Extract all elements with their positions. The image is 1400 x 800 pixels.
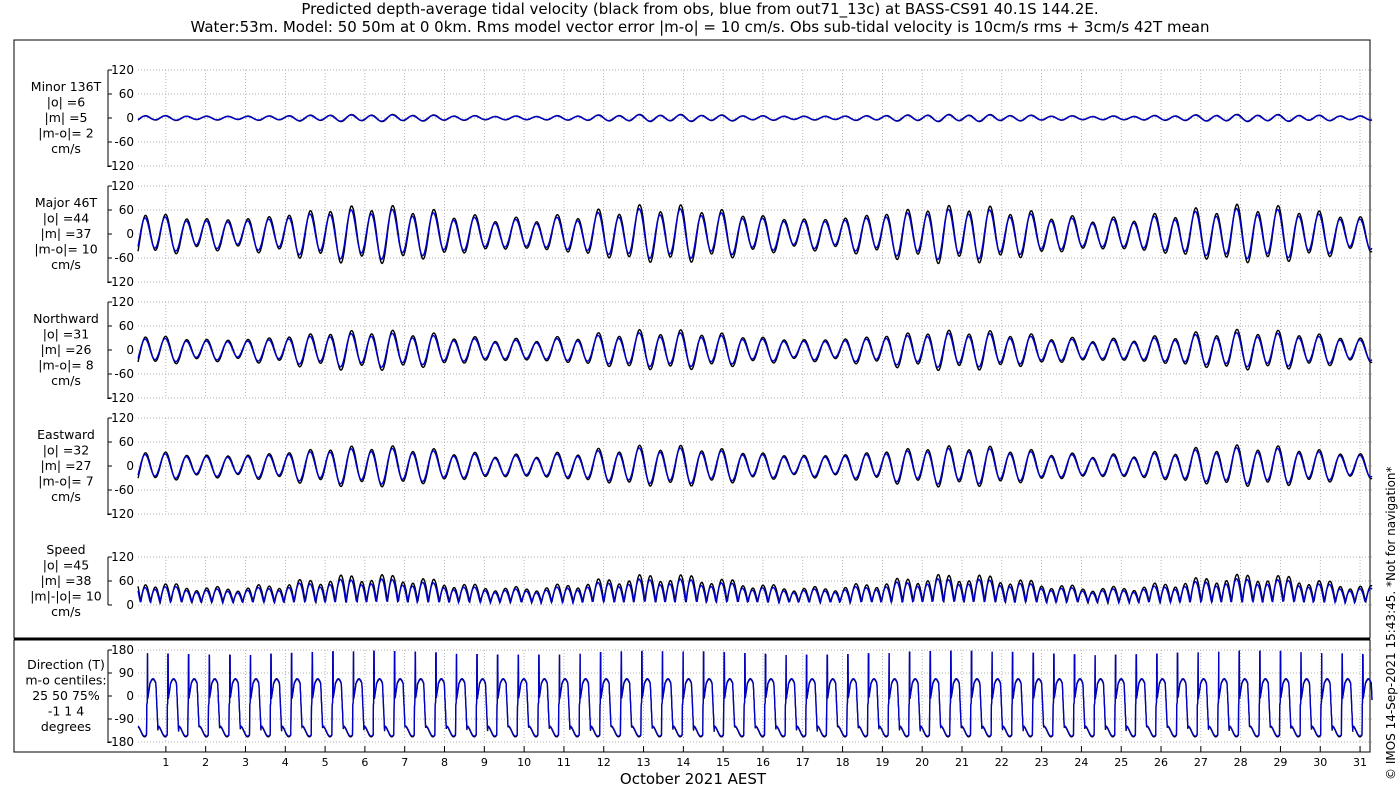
xtick-label-19: 19 xyxy=(875,756,889,769)
series-obs-minor xyxy=(137,113,1373,123)
xtick-label-4: 4 xyxy=(282,756,289,769)
xtick-label-9: 9 xyxy=(481,756,488,769)
ytick-eastward--60: -60 xyxy=(114,483,134,497)
xtick-label-18: 18 xyxy=(836,756,850,769)
xtick-label-5: 5 xyxy=(322,756,329,769)
xtick-label-3: 3 xyxy=(242,756,249,769)
xtick-label-28: 28 xyxy=(1234,756,1248,769)
xtick-label-31: 31 xyxy=(1353,756,1367,769)
xtick-label-20: 20 xyxy=(915,756,929,769)
ytick-major-120: 120 xyxy=(111,179,134,193)
panel-label-direction-2: 25 50 75% xyxy=(32,688,100,703)
panel-label-eastward-4: cm/s xyxy=(51,489,81,504)
ytick-major-0: 0 xyxy=(126,227,134,241)
ytick-speed-0: 0 xyxy=(126,598,134,612)
panel-label-northward-4: cm/s xyxy=(51,373,81,388)
panel-label-major-1: |o| =44 xyxy=(43,211,89,226)
xtick-label-29: 29 xyxy=(1273,756,1287,769)
tidal-velocity-chart: 120600-60-120Minor 136T|o| =6|m| =5|m-o|… xyxy=(13,39,1373,788)
xtick-label-16: 16 xyxy=(756,756,770,769)
series-model-direction xyxy=(137,650,1373,737)
ytick-minor-0: 0 xyxy=(126,111,134,125)
ytick-northward-0: 0 xyxy=(126,343,134,357)
xtick-label-1: 1 xyxy=(162,756,169,769)
x-axis-label: October 2021 AEST xyxy=(620,770,767,788)
ytick-eastward-0: 0 xyxy=(126,459,134,473)
panel-label-major-2: |m| =37 xyxy=(41,226,92,241)
xtick-label-27: 27 xyxy=(1194,756,1208,769)
xtick-label-8: 8 xyxy=(441,756,448,769)
ytick-northward-120: 120 xyxy=(111,295,134,309)
panel-label-minor-1: |o| =6 xyxy=(47,95,86,110)
xtick-label-2: 2 xyxy=(202,756,209,769)
panel-label-speed-0: Speed xyxy=(46,542,85,557)
xtick-label-10: 10 xyxy=(517,756,531,769)
xtick-label-26: 26 xyxy=(1154,756,1168,769)
panel-label-major-4: cm/s xyxy=(51,257,81,272)
panel-label-direction-0: Direction (T) xyxy=(27,657,105,672)
ytick-eastward-60: 60 xyxy=(119,435,134,449)
xtick-label-14: 14 xyxy=(676,756,690,769)
panel-label-eastward-1: |o| =32 xyxy=(43,443,89,458)
panel-label-major-3: |m-o|= 10 xyxy=(34,242,97,257)
xtick-label-23: 23 xyxy=(1035,756,1049,769)
panel-label-speed-1: |o| =45 xyxy=(43,558,89,573)
panel-label-direction-3: -1 1 4 xyxy=(48,704,84,719)
ytick-direction-180: 180 xyxy=(111,643,134,657)
ytick-northward-60: 60 xyxy=(119,319,134,333)
series-obs-northward xyxy=(137,328,1373,372)
panel-label-minor-3: |m-o|= 2 xyxy=(38,126,93,141)
xtick-label-15: 15 xyxy=(716,756,730,769)
panel-label-northward-3: |m-o|= 8 xyxy=(38,358,93,373)
xtick-label-13: 13 xyxy=(637,756,651,769)
ytick-major-60: 60 xyxy=(119,203,134,217)
panel-label-eastward-2: |m| =27 xyxy=(41,458,92,473)
ytick-minor--60: -60 xyxy=(114,135,134,149)
upper-frame xyxy=(13,39,1371,639)
panel-label-minor-2: |m| =5 xyxy=(45,110,88,125)
panel-label-direction-1: m-o centiles: xyxy=(25,673,106,688)
ytick-direction-0: 0 xyxy=(126,689,134,703)
xtick-label-6: 6 xyxy=(361,756,368,769)
ytick-speed-120: 120 xyxy=(111,550,134,564)
series-obs-major xyxy=(137,203,1373,265)
xtick-label-7: 7 xyxy=(401,756,408,769)
series-obs-eastward xyxy=(137,444,1373,488)
ytick-eastward-120: 120 xyxy=(111,411,134,425)
panel-label-eastward-0: Eastward xyxy=(37,427,95,442)
ytick-major--60: -60 xyxy=(114,251,134,265)
xtick-label-11: 11 xyxy=(557,756,571,769)
ytick-direction-90: 90 xyxy=(119,666,134,680)
panel-label-speed-4: cm/s xyxy=(51,604,81,619)
xtick-label-12: 12 xyxy=(597,756,611,769)
xtick-label-25: 25 xyxy=(1114,756,1128,769)
panel-label-northward-1: |o| =31 xyxy=(43,327,89,342)
xtick-label-21: 21 xyxy=(955,756,969,769)
copyright-notice: © IMOS 14-Sep-2021 15:43:45. *Not for na… xyxy=(1384,466,1398,780)
panel-label-eastward-3: |m-o|= 7 xyxy=(38,474,93,489)
ytick-minor-60: 60 xyxy=(119,87,134,101)
panel-label-speed-2: |m| =38 xyxy=(41,573,92,588)
ytick-northward--60: -60 xyxy=(114,367,134,381)
xtick-label-24: 24 xyxy=(1074,756,1088,769)
panel-label-major-0: Major 46T xyxy=(35,195,98,210)
panel-label-direction-4: degrees xyxy=(41,719,91,734)
panel-label-speed-3: |m|-|o|= 10 xyxy=(30,589,102,604)
ytick-direction--90: -90 xyxy=(114,712,134,726)
ytick-minor-120: 120 xyxy=(111,63,134,77)
xtick-label-17: 17 xyxy=(796,756,810,769)
ytick-speed-60: 60 xyxy=(119,574,134,588)
xtick-label-22: 22 xyxy=(995,756,1009,769)
panel-label-minor-0: Minor 136T xyxy=(31,79,102,94)
panel-label-minor-4: cm/s xyxy=(51,141,81,156)
panel-label-northward-2: |m| =26 xyxy=(41,342,92,357)
panel-label-northward-0: Northward xyxy=(33,311,99,326)
xtick-label-30: 30 xyxy=(1313,756,1327,769)
